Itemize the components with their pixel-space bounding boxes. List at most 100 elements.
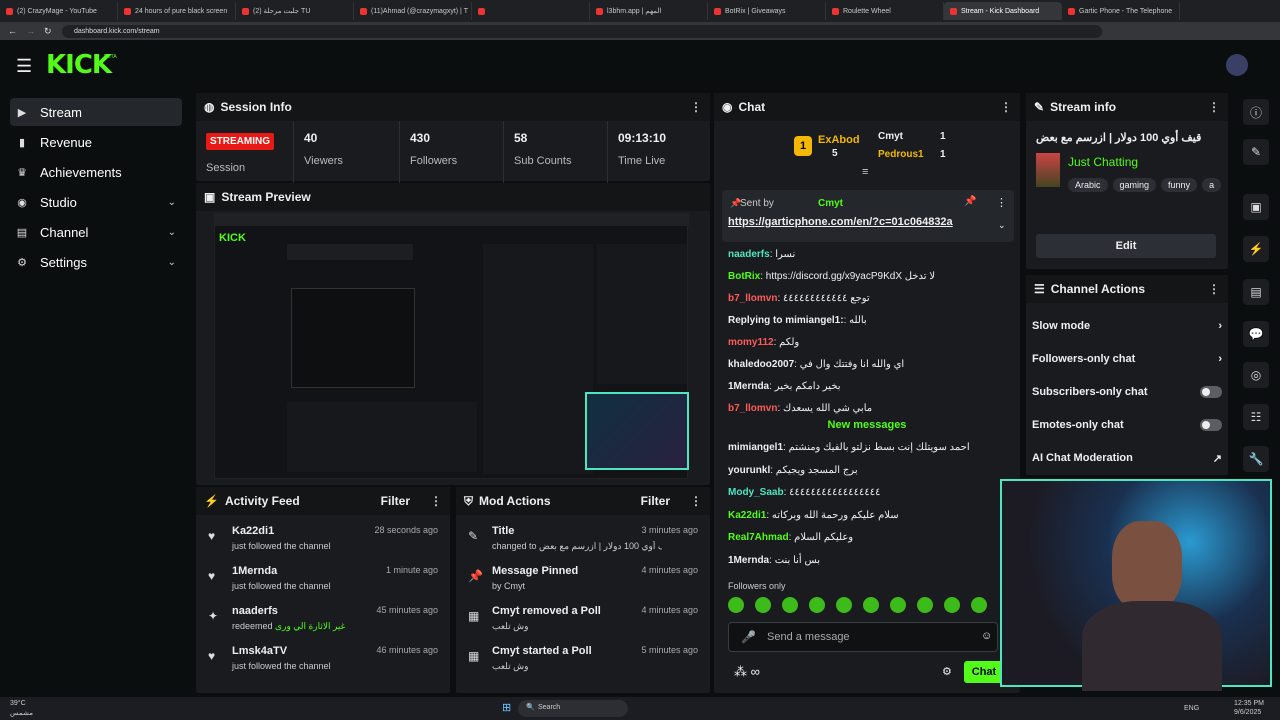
more-options-icon[interactable]: ⋮ <box>1000 100 1012 114</box>
stream-tag[interactable]: Arabic <box>1068 178 1108 192</box>
new-messages-divider[interactable]: New messages <box>722 418 1012 432</box>
sidebar-item-stream[interactable]: ▶ Stream <box>10 98 182 126</box>
stream-tag[interactable]: a <box>1202 178 1222 192</box>
taskbar-search[interactable]: 🔍 Search <box>518 700 628 717</box>
clock-time[interactable]: 12:35 PM <box>1234 700 1264 707</box>
clock-date[interactable]: 9/6/2025 <box>1234 709 1261 716</box>
send-chat-button[interactable]: Chat <box>964 661 1004 683</box>
chat-username[interactable]: BotRix <box>728 271 760 282</box>
pinned-message[interactable]: 📌 Sent by Cmyt 📌 ⋮ https://garticphone.c… <box>722 190 1014 242</box>
chat-message[interactable]: Ka22di1: سلام عليكم ورحمة الله وبركاته <box>728 510 899 521</box>
chat-message[interactable]: 1Mernda: بس أنا بنت <box>728 555 820 566</box>
chat-input[interactable]: 🎤 Send a message ☺ <box>728 622 998 652</box>
broadcast-icon[interactable]: ◎ <box>1243 362 1269 388</box>
chat-username[interactable]: Mody_Saab <box>728 487 784 498</box>
chevron-down-icon[interactable]: ≡ <box>862 166 868 178</box>
stream-tag[interactable]: funny <box>1161 178 1198 192</box>
chevron-down-icon[interactable]: ⌄ <box>998 220 1006 231</box>
browser-tab[interactable]: Stream - Kick Dashboard <box>944 2 1062 20</box>
sidebar-item-studio[interactable]: ◉ Studio ⌄ <box>10 188 182 216</box>
unpin-icon[interactable]: 📌 <box>964 196 976 207</box>
address-bar[interactable]: ← → ↻ dashboard.kick.com/stream <box>0 22 1280 40</box>
more-options-icon[interactable]: ⋮ <box>1208 282 1220 296</box>
more-options-icon[interactable]: ⋮ <box>690 494 702 508</box>
browser-tab[interactable]: BotRix | Giveaways <box>708 2 826 20</box>
chat-username[interactable]: naaderfs <box>728 249 770 260</box>
chat-username[interactable]: yourunkl <box>728 465 770 476</box>
windows-start-icon[interactable]: ⊞ <box>502 701 511 714</box>
infinity-icon[interactable]: ⁂ ∞ <box>734 664 760 680</box>
channel-action-subscribers-only-chat[interactable]: Subscribers-only chat <box>1032 382 1222 402</box>
category-name[interactable]: Just Chatting <box>1068 155 1138 169</box>
bolt-icon[interactable]: ⚡ <box>1243 236 1269 262</box>
chat-bubble-icon[interactable]: 💬 <box>1243 321 1269 347</box>
browser-tab[interactable]: Gartic Phone - The Telephone <box>1062 2 1180 20</box>
emote-bar[interactable] <box>728 597 1004 615</box>
browser-tab[interactable]: l3bhm.app | المهم <box>590 2 708 20</box>
toggle-switch[interactable] <box>1200 386 1222 398</box>
url-field[interactable]: dashboard.kick.com/stream <box>62 24 1102 38</box>
emote-icon[interactable] <box>809 597 825 613</box>
document-icon[interactable]: ▤ <box>1243 279 1269 305</box>
sidebar-item-channel[interactable]: ▤ Channel ⌄ <box>10 218 182 246</box>
forward-icon[interactable]: → <box>26 26 35 36</box>
hamburger-menu-icon[interactable]: ☰ <box>16 56 32 77</box>
sidebar-item-achievements[interactable]: ♛ Achievements <box>10 158 182 186</box>
activity-filter-button[interactable]: Filter <box>381 494 410 508</box>
chat-message[interactable]: khaledoo2007: اي والله انا وفتتك وال في <box>728 359 904 370</box>
external-link-icon[interactable]: ↗ <box>1213 452 1222 465</box>
back-icon[interactable]: ← <box>8 26 17 36</box>
avatar[interactable] <box>1226 54 1248 76</box>
sidebar-item-revenue[interactable]: ▮ Revenue <box>10 128 182 156</box>
more-options-icon[interactable]: ⋮ <box>690 100 702 114</box>
emote-icon[interactable] <box>890 597 906 613</box>
edit-icon[interactable]: ✎ <box>1243 139 1269 165</box>
more-options-icon[interactable]: ⋮ <box>430 494 442 508</box>
more-options-icon[interactable]: ⋮ <box>1208 100 1220 114</box>
chat-message[interactable]: Mody_Saab: ٤٤٤٤٤٤٤٤٤٤٤٤٤٤٤٤٤ <box>728 487 880 498</box>
wrench-icon[interactable]: 🔧 <box>1243 446 1269 472</box>
sidebar-item-settings[interactable]: ⚙ Settings ⌄ <box>10 248 182 276</box>
chat-message[interactable]: b7_llomvn: توجع ٤٤٤٤٤٤٤٤٤٤٤٤ <box>728 293 870 304</box>
chat-username[interactable]: khaledoo2007 <box>728 359 794 370</box>
chat-message[interactable]: Replying to mimiangel1:: بالله <box>728 315 867 326</box>
emote-icon[interactable] <box>836 597 852 613</box>
emote-icon[interactable] <box>971 597 987 613</box>
emote-icon[interactable] <box>944 597 960 613</box>
emote-icon[interactable] <box>863 597 879 613</box>
stream-tag[interactable]: gaming <box>1112 178 1157 192</box>
emoji-icon[interactable]: ☺ <box>981 630 992 642</box>
info-icon[interactable]: ⓘ <box>1243 99 1269 125</box>
activity-user[interactable]: Ka22di1 <box>232 525 274 537</box>
chat-message[interactable]: naaderfs: نسرا <box>728 249 795 260</box>
mic-icon[interactable]: 🎤 <box>741 630 756 644</box>
channel-action-followers-only-chat[interactable]: Followers-only chat › <box>1032 349 1222 369</box>
chat-message[interactable]: mimiangel1: احمد سويتلك إنت بسط نزلتو با… <box>728 442 970 453</box>
chat-username[interactable]: 1Mernda <box>728 381 769 392</box>
activity-user[interactable]: Lmsk4aTV <box>232 645 287 657</box>
stream-preview-video[interactable]: KICK <box>214 213 689 479</box>
edit-stream-button[interactable]: Edit <box>1036 234 1216 258</box>
browser-tab[interactable]: 24 hours of pure black screen <box>118 2 236 20</box>
chat-message[interactable]: b7_llomvn: مابي شي الله يسعدك <box>728 403 872 414</box>
emote-icon[interactable] <box>728 597 744 613</box>
chat-username[interactable]: b7_llomvn <box>728 403 777 414</box>
emote-icon[interactable] <box>917 597 933 613</box>
toggle-switch[interactable] <box>1200 419 1222 431</box>
browser-tab[interactable]: (2) جلبت مرحلة TU <box>236 2 354 20</box>
chat-message[interactable]: momy112: ولكم <box>728 337 799 348</box>
chat-username[interactable]: mimiangel1 <box>728 442 783 453</box>
activity-user[interactable]: 1Mernda <box>232 565 277 577</box>
browser-tab[interactable]: (11)Ahmad (@crazymagxyt) | T <box>354 2 472 20</box>
chat-message[interactable]: Real7Ahmad: وعليكم السلام <box>728 532 853 543</box>
chat-message[interactable]: yourunkl: برج المسجد ويجيكم <box>728 465 858 476</box>
channel-action-ai-chat-moderation[interactable]: AI Chat Moderation ↗ <box>1032 448 1222 468</box>
chat-message[interactable]: BotRix: https://discord.gg/x9yacP9KdX لا… <box>728 271 935 282</box>
kick-logo[interactable]: KICK <box>46 50 112 80</box>
mod-filter-button[interactable]: Filter <box>641 494 670 508</box>
browser-tab[interactable] <box>472 2 590 20</box>
pinned-link[interactable]: https://garticphone.com/en/?c=01c064832a <box>728 216 953 228</box>
activity-user[interactable]: naaderfs <box>232 605 278 617</box>
reload-icon[interactable]: ↻ <box>44 26 52 37</box>
scan-icon[interactable]: ▣ <box>1243 194 1269 220</box>
